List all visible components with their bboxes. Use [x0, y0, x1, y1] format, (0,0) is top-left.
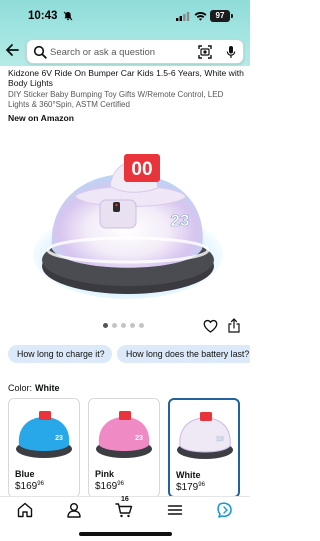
microphone-icon[interactable]	[226, 45, 236, 59]
price-cents: 96	[198, 482, 205, 488]
question-chip[interactable]: How long to charge it?	[8, 345, 112, 363]
hero-sticker-number: 00	[131, 159, 152, 180]
price-cents: 96	[37, 481, 44, 487]
swatch-number: 23	[216, 436, 224, 443]
account-icon[interactable]	[65, 501, 83, 519]
color-label: Color:	[8, 383, 33, 393]
pager-dot	[112, 323, 117, 328]
swatch-image-blue: 23	[16, 411, 72, 458]
battery-level: 97	[215, 11, 225, 20]
battery-tip	[231, 14, 233, 18]
selected-color: White	[35, 383, 60, 393]
search-input[interactable]: Search or ask a question	[50, 47, 155, 58]
share-icon[interactable]	[228, 318, 240, 333]
new-badge: New on Amazon	[8, 113, 75, 123]
status-bar: 10:43 97	[0, 8, 250, 26]
status-time: 10:43	[28, 10, 58, 22]
swatch-number: 23	[55, 435, 63, 442]
color-option-white[interactable]: 23 White $17996	[168, 398, 240, 498]
color-option-name: Pink	[95, 469, 115, 479]
swatch-image-pink: 23	[96, 411, 152, 458]
home-indicator	[79, 532, 172, 536]
search-bar[interactable]: Search or ask a question	[26, 39, 244, 64]
cellular-signal-icon	[176, 12, 190, 21]
pager-dot	[130, 323, 135, 328]
product-image[interactable]: 00 23	[30, 134, 225, 312]
pager-dot	[121, 323, 126, 328]
cart-icon[interactable]	[115, 501, 133, 519]
search-icon	[33, 45, 47, 59]
color-option-blue[interactable]: 23 Blue $16996	[8, 398, 80, 498]
menu-icon[interactable]	[166, 501, 184, 519]
heart-icon[interactable]	[203, 319, 218, 333]
wifi-icon	[194, 12, 207, 21]
price-dollars: $169	[15, 481, 38, 492]
pager-dot	[103, 323, 108, 328]
camera-lens-icon[interactable]	[198, 45, 212, 59]
color-option-name: White	[176, 470, 201, 480]
color-option-name: Blue	[15, 469, 35, 479]
swatch-image-white: 23	[177, 412, 233, 459]
color-option-price: $16996	[15, 481, 44, 492]
color-option-price: $17996	[176, 482, 205, 493]
bell-slash-icon	[63, 11, 73, 21]
color-option-pink[interactable]: 23 Pink $16996	[88, 398, 160, 498]
price-dollars: $169	[95, 481, 118, 492]
product-title[interactable]: Kidzone 6V Ride On Bumper Car Kids 1.5-6…	[8, 68, 246, 88]
hero-side-number: 23	[171, 211, 190, 230]
color-option-price: $16996	[95, 481, 124, 492]
price-dollars: $179	[176, 482, 199, 493]
question-chip[interactable]: How long does the battery last?	[117, 345, 250, 363]
product-subtitle: DIY Sticker Baby Bumping Toy Gifts W/Rem…	[8, 90, 224, 109]
rufus-ai-icon[interactable]	[216, 501, 234, 519]
price-cents: 96	[117, 481, 124, 487]
home-icon[interactable]	[16, 501, 34, 519]
back-arrow-icon[interactable]	[5, 43, 19, 57]
cart-count: 16	[121, 496, 129, 503]
pager-dot	[139, 323, 144, 328]
color-selector-label: Color: White	[8, 383, 60, 393]
battery-icon: 97	[210, 10, 230, 22]
swatch-number: 23	[135, 435, 143, 442]
